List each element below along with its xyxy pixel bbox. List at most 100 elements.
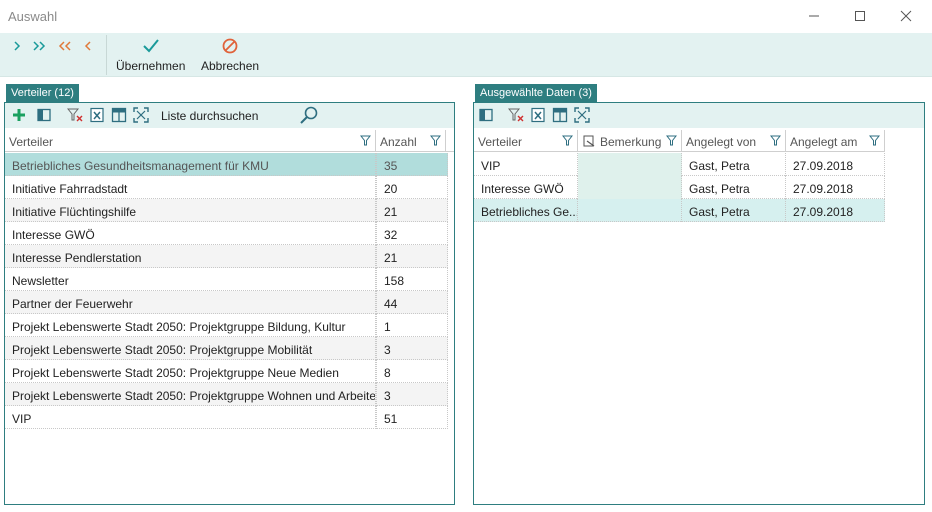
- verteiler-cell: Projekt Lebenswerte Stadt 2050: Projektg…: [5, 337, 376, 360]
- table-row[interactable]: Interesse GWÖ Gast, Petra 27.09.2018: [474, 176, 885, 199]
- table-row[interactable]: Projekt Lebenswerte Stadt 2050: Projektg…: [5, 383, 448, 406]
- maximize-icon: [855, 11, 865, 21]
- title-bar: Auswahl: [0, 0, 932, 33]
- clear-filter-icon[interactable]: [67, 107, 83, 123]
- double-chevron-right-icon: [33, 41, 46, 51]
- expand-icon[interactable]: [133, 107, 149, 123]
- chevron-left-icon: [84, 41, 91, 51]
- layout-icon[interactable]: [111, 107, 127, 123]
- bemerkung-cell[interactable]: [578, 199, 682, 222]
- columns-icon[interactable]: [37, 107, 53, 123]
- minimize-icon: [809, 15, 819, 17]
- close-button[interactable]: [889, 4, 923, 28]
- table-row[interactable]: Projekt Lebenswerte Stadt 2050: Projektg…: [5, 337, 448, 360]
- minimize-button[interactable]: [797, 4, 831, 28]
- anzahl-cell: 3: [376, 383, 448, 406]
- anzahl-cell: 20: [376, 176, 448, 199]
- anzahl-cell: 1: [376, 314, 448, 337]
- anzahl-cell: 44: [376, 291, 448, 314]
- main-toolbar: Übernehmen Abbrechen: [0, 33, 932, 77]
- maximize-button[interactable]: [843, 4, 877, 28]
- selected-data-panel: Verteiler Bemerkung Angelegt von Angeleg…: [473, 102, 925, 505]
- column-header-bemerkung[interactable]: Bemerkung: [578, 130, 682, 152]
- anzahl-cell: 8: [376, 360, 448, 383]
- table-row[interactable]: Projekt Lebenswerte Stadt 2050: Projektg…: [5, 314, 448, 337]
- export-excel-icon[interactable]: [530, 107, 546, 123]
- table-row[interactable]: Projekt Lebenswerte Stadt 2050: Projektg…: [5, 360, 448, 383]
- column-header-verteiler[interactable]: Verteiler: [474, 130, 578, 152]
- anzahl-cell: 51: [376, 406, 448, 429]
- cancel-label: Abbrechen: [201, 59, 260, 73]
- columns-icon[interactable]: [479, 107, 495, 123]
- filter-icon[interactable]: [666, 135, 677, 146]
- column-header-label: Angelegt von: [686, 135, 757, 149]
- bemerkung-cell[interactable]: [578, 153, 682, 176]
- filter-icon[interactable]: [430, 135, 441, 146]
- clear-filter-icon[interactable]: [508, 107, 524, 123]
- filter-icon[interactable]: [869, 135, 880, 146]
- edit-note-icon: [583, 135, 595, 147]
- expand-icon[interactable]: [574, 107, 590, 123]
- add-icon[interactable]: [11, 107, 27, 123]
- column-header-label: Verteiler: [478, 135, 523, 149]
- table-row[interactable]: Initiative Flüchtingshilfe 21: [5, 199, 448, 222]
- anzahl-cell: 21: [376, 245, 448, 268]
- table-row[interactable]: Newsletter 158: [5, 268, 448, 291]
- column-header-label: Bemerkung: [600, 135, 662, 149]
- tab-ausgewaehlte-daten[interactable]: Ausgewählte Daten (3): [475, 84, 597, 102]
- column-header-anzahl[interactable]: Anzahl: [376, 130, 446, 152]
- verteiler-cell: Interesse Pendlerstation: [5, 245, 376, 268]
- close-icon: [900, 10, 912, 22]
- table-row[interactable]: Interesse Pendlerstation 21: [5, 245, 448, 268]
- verteiler-cell: VIP: [474, 153, 578, 176]
- angelegt-von-cell: Gast, Petra: [682, 153, 786, 176]
- filter-icon[interactable]: [562, 135, 573, 146]
- remove-one-button[interactable]: [79, 36, 97, 56]
- angelegt-am-cell: 27.09.2018: [786, 153, 885, 176]
- add-all-button[interactable]: [30, 36, 48, 56]
- column-header-angelegt-von[interactable]: Angelegt von: [682, 130, 786, 152]
- cancel-button[interactable]: Abbrechen: [201, 33, 259, 77]
- table-row[interactable]: Betriebliches Ge... Gast, Petra 27.09.2018: [474, 199, 885, 222]
- angelegt-am-cell: 27.09.2018: [786, 176, 885, 199]
- table-row[interactable]: Partner der Feuerwehr 44: [5, 291, 448, 314]
- column-header-angelegt-am[interactable]: Angelegt am: [786, 130, 885, 152]
- remove-all-button[interactable]: [56, 36, 74, 56]
- accept-button[interactable]: Übernehmen: [116, 33, 185, 77]
- search-input[interactable]: Liste durchsuchen: [161, 109, 258, 123]
- window-title: Auswahl: [8, 9, 58, 24]
- anzahl-cell: 158: [376, 268, 448, 291]
- verteiler-cell: Initiative Flüchtingshilfe: [5, 199, 376, 222]
- verteiler-cell: Partner der Feuerwehr: [5, 291, 376, 314]
- table-row[interactable]: VIP Gast, Petra 27.09.2018: [474, 153, 885, 176]
- table-row[interactable]: Interesse GWÖ 32: [5, 222, 448, 245]
- double-chevron-left-icon: [58, 41, 71, 51]
- search-icon[interactable]: [299, 106, 319, 124]
- verteiler-cell: Interesse GWÖ: [5, 222, 376, 245]
- filter-icon[interactable]: [360, 135, 371, 146]
- verteiler-grid-header: Verteiler Anzahl: [5, 130, 454, 152]
- column-header-label: Anzahl: [380, 135, 417, 149]
- verteiler-cell: Projekt Lebenswerte Stadt 2050: Projektg…: [5, 314, 376, 337]
- layout-icon[interactable]: [552, 107, 568, 123]
- table-row[interactable]: VIP 51: [5, 406, 448, 429]
- bemerkung-cell[interactable]: [578, 176, 682, 199]
- column-header-verteiler[interactable]: Verteiler: [5, 130, 376, 152]
- verteiler-cell: VIP: [5, 406, 376, 429]
- table-row[interactable]: Initiative Fahrradstadt 20: [5, 176, 448, 199]
- angelegt-am-cell: 27.09.2018: [786, 199, 885, 222]
- anzahl-cell: 35: [376, 153, 448, 176]
- export-excel-icon[interactable]: [89, 107, 105, 123]
- verteiler-cell: Betriebliches Ge...: [474, 199, 578, 222]
- toolbar-separator: [106, 35, 107, 75]
- verteiler-cell: Newsletter: [5, 268, 376, 291]
- tab-verteiler[interactable]: Verteiler (12): [6, 84, 79, 102]
- column-header-label: Verteiler: [9, 135, 54, 149]
- checkmark-icon: [142, 39, 159, 53]
- verteiler-cell: Betriebliches Gesundheitsmanagement für …: [5, 153, 376, 176]
- add-one-button[interactable]: [8, 36, 26, 56]
- filter-icon[interactable]: [770, 135, 781, 146]
- cancel-icon: [222, 38, 238, 54]
- verteiler-cell: Interesse GWÖ: [474, 176, 578, 199]
- table-row[interactable]: Betriebliches Gesundheitsmanagement für …: [5, 153, 448, 176]
